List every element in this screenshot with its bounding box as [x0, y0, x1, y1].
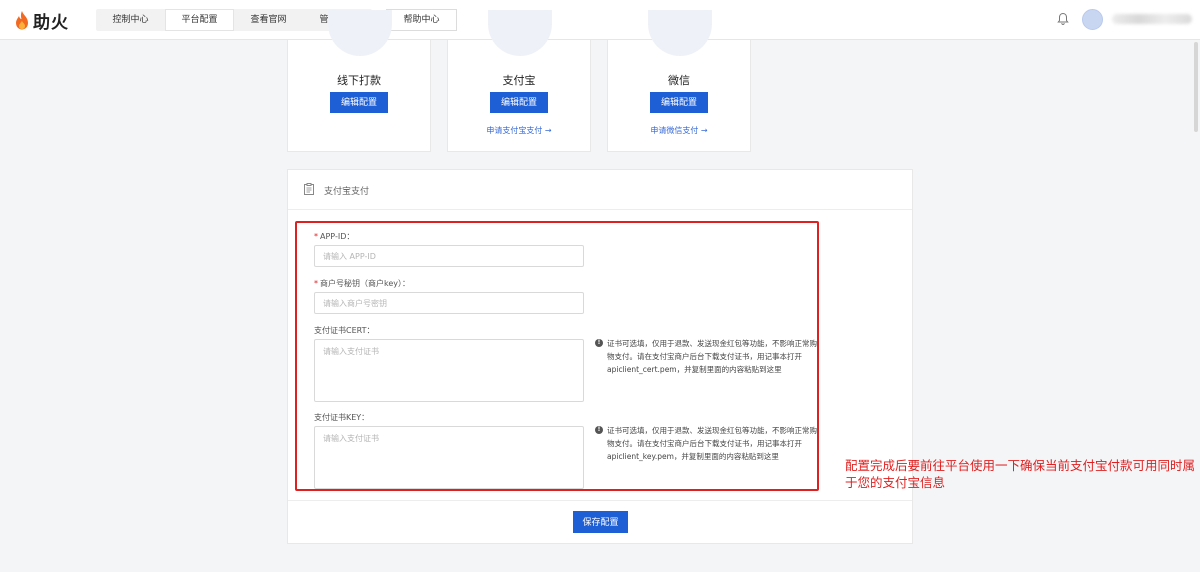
cert-hint: ! 证书可选填，仅用于退款、发送现金红包等功能，不影响正常购物支付。请在支付宝商…	[595, 337, 823, 376]
key-hint: ! 证书可选填，仅用于退款、发送现金红包等功能，不影响正常购物支付。请在支付宝商…	[595, 424, 823, 463]
logo[interactable]: 助火	[14, 9, 69, 33]
alipay-config-panel: 支付宝支付 *APP-ID： *商户号秘钥（商户key）： 支付证书CERT： …	[287, 169, 913, 544]
payment-card-title: 线下打款	[337, 74, 381, 87]
app-id-label: * APP-ID：	[314, 231, 354, 242]
nav-item-platform-config[interactable]: 平台配置	[165, 9, 234, 31]
apply-alipay-link[interactable]: 申请支付宝支付 →	[448, 125, 590, 136]
payment-card-offline: 线下打款 编辑配置	[287, 10, 431, 152]
merchant-key-label-text: 商户号秘钥（商户key）：	[320, 279, 411, 288]
payment-card-title: 支付宝	[502, 74, 536, 87]
apply-wechat-link[interactable]: 申请微信支付 →	[608, 125, 750, 136]
panel-title: 支付宝支付	[324, 187, 370, 197]
payment-card-alipay: 支付宝 编辑配置 申请支付宝支付 →	[447, 10, 591, 152]
payment-card-icon-placeholder	[328, 10, 392, 56]
payment-card-wechat: 微信 编辑配置 申请微信支付 →	[607, 10, 751, 152]
payment-card-icon-placeholder	[648, 10, 712, 56]
help-center-button[interactable]: 帮助中心	[386, 9, 457, 31]
cert-label: 支付证书CERT：	[314, 326, 375, 335]
required-mark: *	[314, 279, 318, 288]
flame-logo-icon	[16, 11, 28, 30]
edit-config-button[interactable]: 编辑配置	[490, 92, 548, 113]
clipboard-icon	[304, 183, 314, 195]
edit-config-button[interactable]: 编辑配置	[330, 92, 388, 113]
info-icon: !	[595, 339, 603, 347]
key-textarea[interactable]	[314, 426, 584, 489]
highlight-box: *APP-ID： *商户号秘钥（商户key）： 支付证书CERT： ! 证书可选…	[295, 221, 819, 491]
merchant-key-input[interactable]	[314, 292, 584, 314]
username-redacted[interactable]	[1112, 14, 1192, 24]
annotation-note: 配置完成后要前往平台使用一下确保当前支付宝付款可用同时属于您的支付宝信息	[845, 458, 1196, 490]
required-mark: *	[314, 232, 318, 241]
key-label: 支付证书KEY：	[314, 413, 370, 422]
cert-textarea[interactable]	[314, 339, 584, 402]
bell-icon[interactable]	[1056, 12, 1070, 26]
cert-hint-text: 证书可选填，仅用于退款、发送现金红包等功能，不影响正常购物支付。请在支付宝商户后…	[607, 339, 817, 374]
app-id-input[interactable]	[314, 245, 584, 267]
save-config-button[interactable]: 保存配置	[573, 511, 628, 533]
nav-item-control-center[interactable]: 控制中心	[96, 9, 165, 31]
edit-config-button[interactable]: 编辑配置	[650, 92, 708, 113]
logo-text: 助火	[33, 12, 69, 33]
top-bar: 助火 控制中心 平台配置 查看官网 管理后台 帮助中心	[0, 0, 1200, 40]
payment-card-icon-placeholder	[488, 10, 552, 56]
app-id-label-text: APP-ID：	[320, 232, 355, 241]
nav-item-official-site[interactable]: 查看官网	[234, 9, 303, 31]
panel-header: 支付宝支付	[288, 170, 912, 210]
panel-divider	[288, 500, 912, 501]
scrollbar-thumb[interactable]	[1194, 42, 1198, 132]
avatar[interactable]	[1082, 9, 1103, 30]
info-icon: !	[595, 426, 603, 434]
payment-card-title: 微信	[668, 74, 690, 87]
key-hint-text: 证书可选填，仅用于退款、发送现金红包等功能，不影响正常购物支付。请在支付宝商户后…	[607, 426, 817, 461]
merchant-key-label: * 商户号秘钥（商户key）：	[314, 278, 410, 289]
